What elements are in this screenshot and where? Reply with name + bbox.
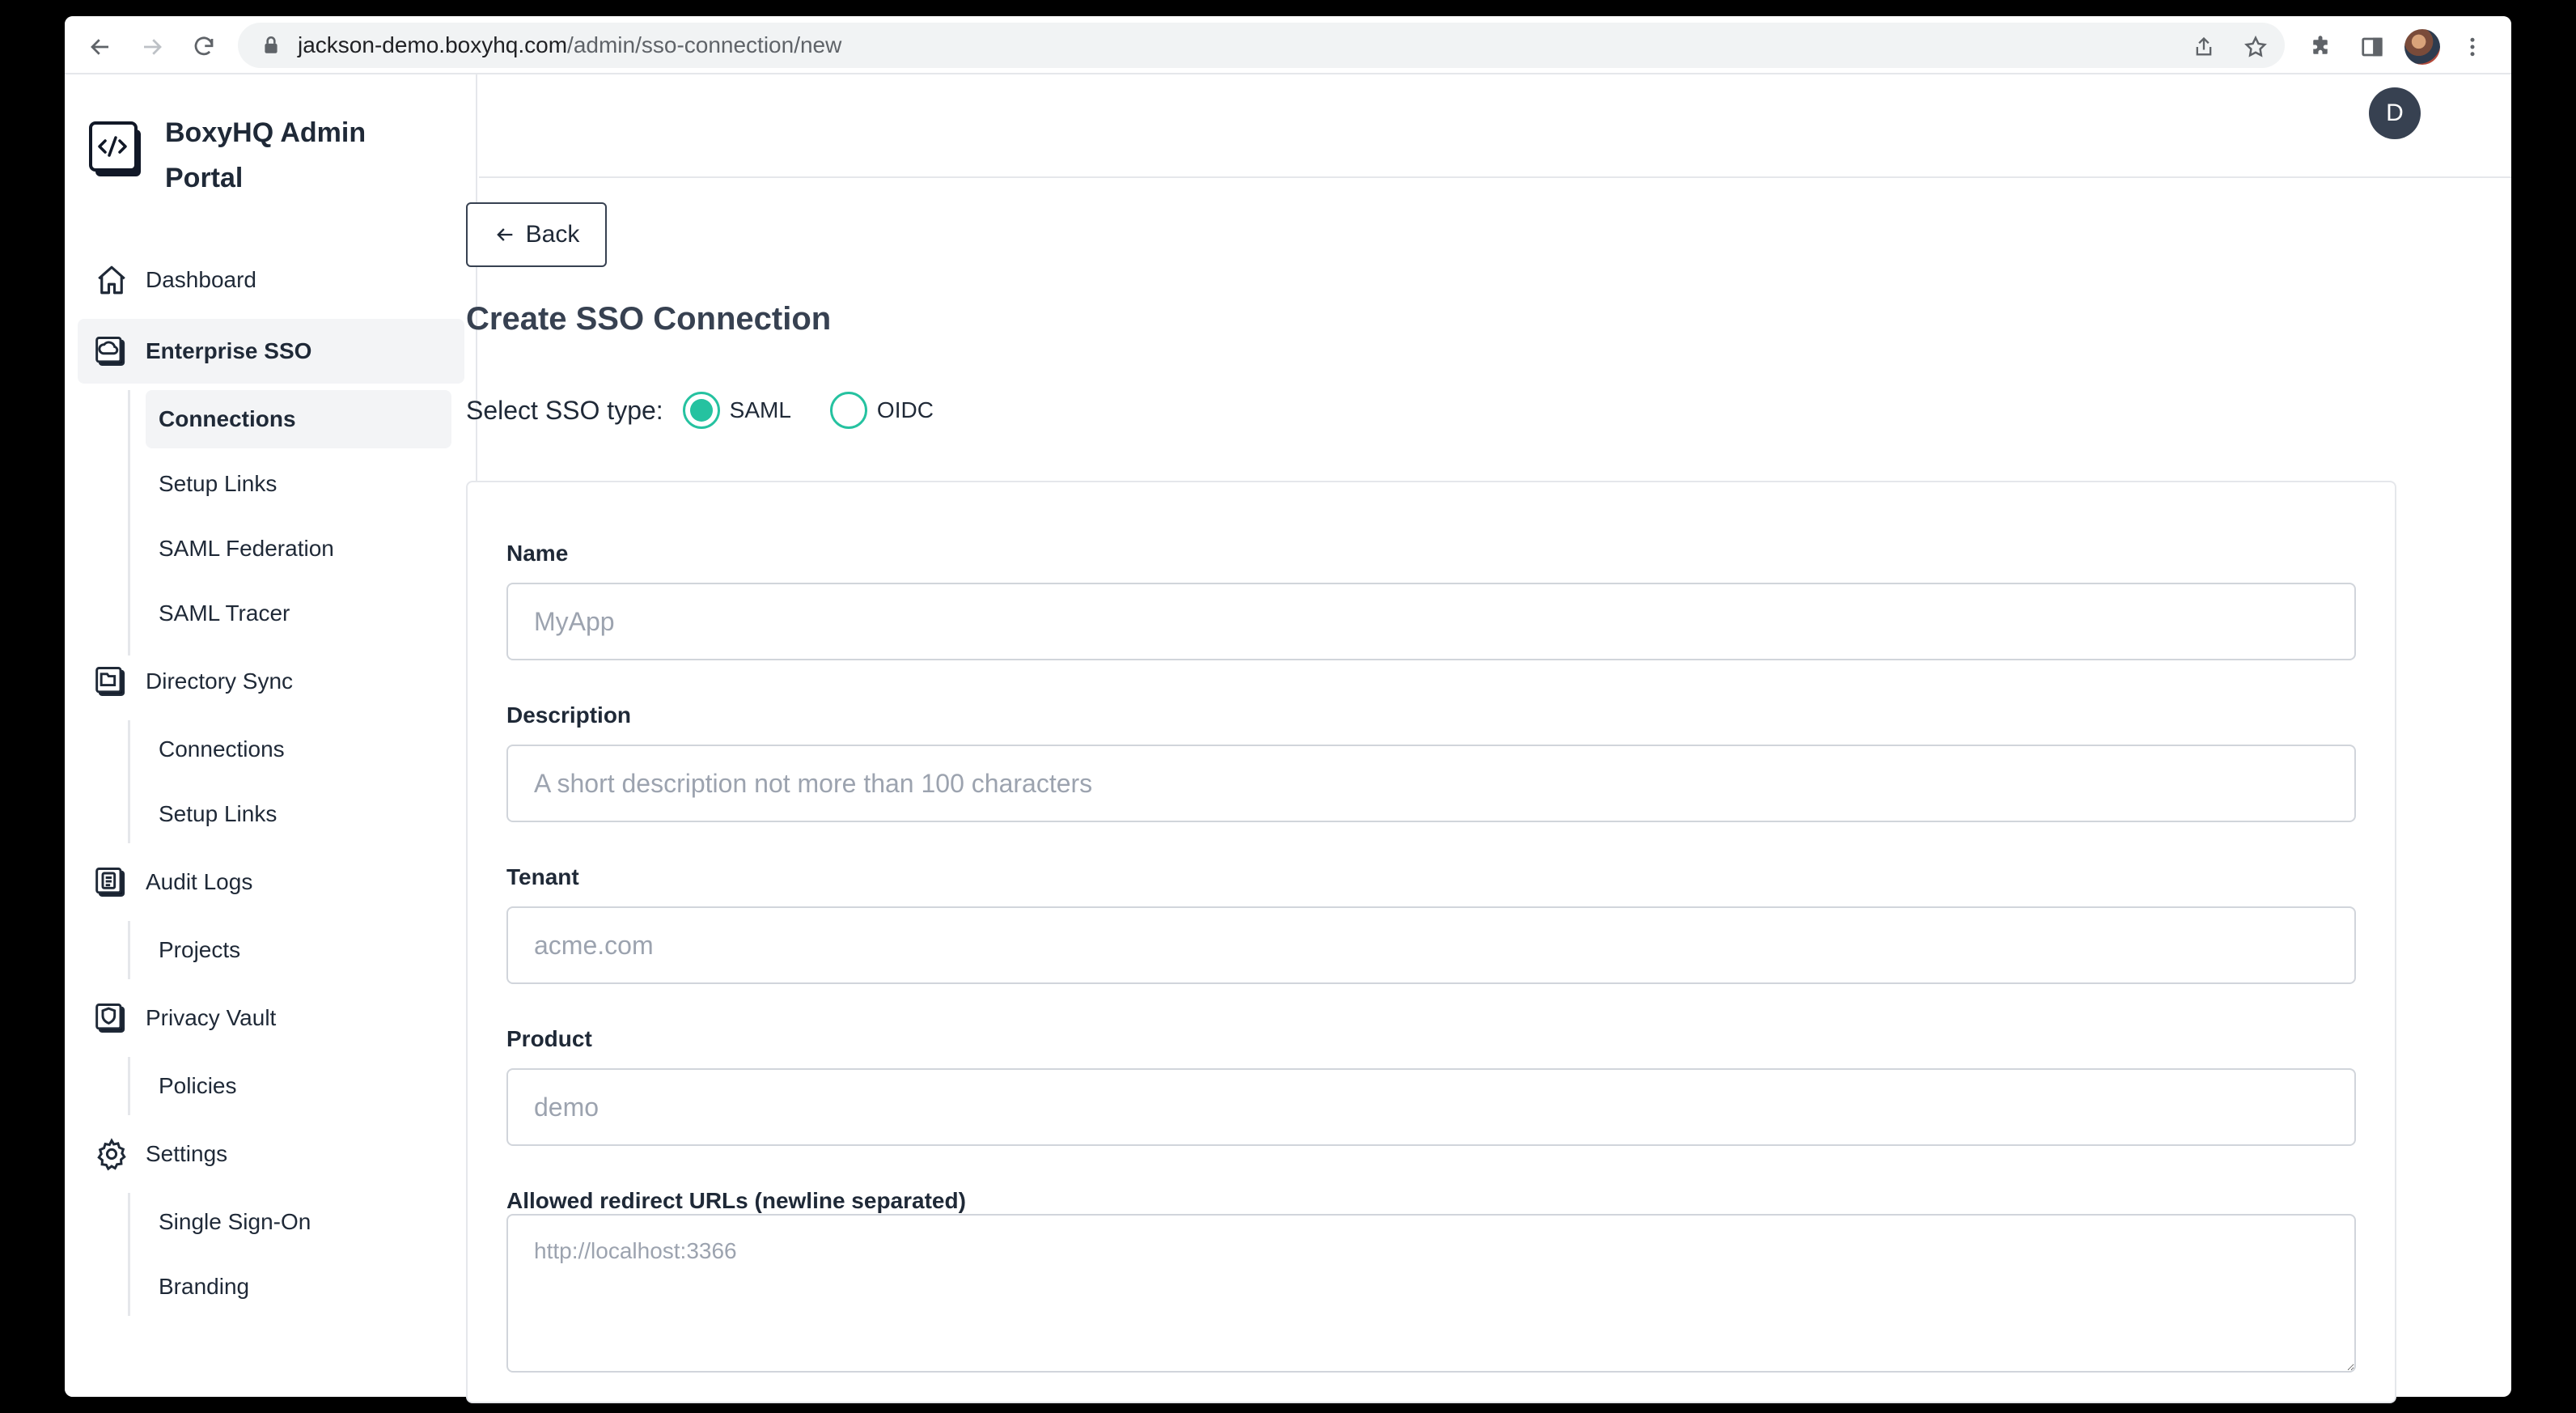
tenant-input[interactable] (506, 906, 2356, 984)
radio-selected-dot (689, 399, 713, 422)
boxyhq-logo-icon (89, 121, 144, 180)
lock-icon (261, 35, 282, 56)
sidebar-item-label: Enterprise SSO (146, 338, 312, 363)
sso-type-selector: Select SSO type: SAML OIDC (466, 392, 934, 429)
sidebar-subitem-saml-federation[interactable]: SAML Federation (146, 520, 464, 578)
brand-title: BoxyHQ Admin Portal (165, 117, 366, 193)
share-icon[interactable] (2188, 31, 2220, 63)
submenu-rail (128, 720, 130, 843)
name-label: Name (506, 541, 569, 566)
sidebar-subitem-saml-tracer[interactable]: SAML Tracer (146, 584, 464, 643)
radio-oidc[interactable] (829, 392, 867, 429)
redirect-urls-label: Allowed redirect URLs (newline separated… (506, 1188, 966, 1213)
sidebar-item-settings[interactable]: Settings (78, 1122, 477, 1186)
sidebar-item-enterprise-sso[interactable]: Enterprise SSO (78, 319, 464, 384)
user-avatar[interactable]: D (2369, 87, 2421, 139)
sidebar-subitem-sso-connections[interactable]: Connections (146, 390, 451, 448)
sidebar-item-dashboard[interactable]: Dashboard (78, 248, 477, 312)
sidebar-item-label: Audit Logs (146, 869, 253, 894)
submenu-rail (128, 1057, 130, 1115)
url-path: /admin/sso-connection/new (567, 32, 842, 57)
audit-logs-icon (94, 864, 129, 900)
gear-icon (94, 1136, 129, 1172)
sidebar-item-privacy-vault[interactable]: Privacy Vault (78, 986, 477, 1050)
sidebar-subitem-dsync-connections[interactable]: Connections (146, 720, 464, 779)
description-input[interactable] (506, 745, 2356, 822)
side-panel-icon[interactable] (2356, 31, 2388, 63)
name-input[interactable] (506, 583, 2356, 660)
privacy-vault-icon (94, 1000, 129, 1036)
sidebar-subitem-policies[interactable]: Policies (146, 1057, 464, 1115)
sidebar-item-directory-sync[interactable]: Directory Sync (78, 649, 477, 714)
redirect-urls-textarea[interactable] (506, 1214, 2356, 1373)
product-input[interactable] (506, 1068, 2356, 1146)
url-domain: jackson-demo.boxyhq.com (298, 32, 568, 57)
top-bar (479, 74, 2511, 178)
description-label: Description (506, 702, 632, 728)
submenu-rail (128, 921, 130, 979)
back-button-label: Back (525, 221, 580, 248)
sidebar-item-audit-logs[interactable]: Audit Logs (78, 850, 477, 914)
submenu-rail (128, 390, 130, 656)
sidebar-subitem-projects[interactable]: Projects (146, 921, 464, 979)
sidebar-subitem-single-sign-on[interactable]: Single Sign-On (146, 1193, 464, 1251)
product-label: Product (506, 1026, 592, 1051)
sidebar-item-label: Settings (146, 1141, 228, 1166)
back-button[interactable]: Back (466, 202, 607, 267)
reload-icon[interactable] (188, 31, 220, 63)
radio-oidc-label[interactable]: OIDC (877, 397, 934, 423)
sidebar-item-label: Privacy Vault (146, 1005, 277, 1030)
page-title: Create SSO Connection (466, 301, 832, 337)
browser-toolbar: jackson-demo.boxyhq.com/admin/sso-connec… (65, 16, 2511, 74)
sidebar-subitem-branding[interactable]: Branding (146, 1258, 464, 1316)
sidebar-subitem-dsync-setup-links[interactable]: Setup Links (146, 785, 464, 843)
brand[interactable]: BoxyHQ Admin Portal (89, 110, 424, 201)
address-bar[interactable]: jackson-demo.boxyhq.com/admin/sso-connec… (238, 23, 2285, 68)
sidebar-item-label: Dashboard (146, 267, 256, 292)
sidebar-subitem-sso-setup-links[interactable]: Setup Links (146, 455, 464, 513)
url-text: jackson-demo.boxyhq.com/admin/sso-connec… (298, 32, 841, 58)
arrow-left-icon (496, 228, 512, 241)
submenu-rail (128, 1193, 130, 1316)
home-icon (94, 262, 129, 298)
sso-type-label: Select SSO type: (466, 395, 663, 425)
tenant-label: Tenant (506, 864, 579, 889)
sidebar-item-label: Directory Sync (146, 668, 294, 694)
directory-sync-icon (94, 664, 129, 699)
browser-profile-avatar[interactable] (2404, 29, 2440, 65)
enterprise-sso-icon (94, 333, 129, 369)
back-arrow-icon[interactable] (84, 31, 117, 63)
kebab-menu-icon[interactable] (2456, 31, 2489, 63)
star-icon[interactable] (2239, 31, 2272, 63)
sidebar: BoxyHQ Admin Portal Dashboard Enterprise… (65, 74, 477, 1397)
radio-saml[interactable] (682, 392, 720, 429)
radio-saml-label[interactable]: SAML (730, 397, 791, 423)
forward-arrow-icon[interactable] (136, 31, 168, 63)
extensions-icon[interactable] (2304, 31, 2337, 63)
